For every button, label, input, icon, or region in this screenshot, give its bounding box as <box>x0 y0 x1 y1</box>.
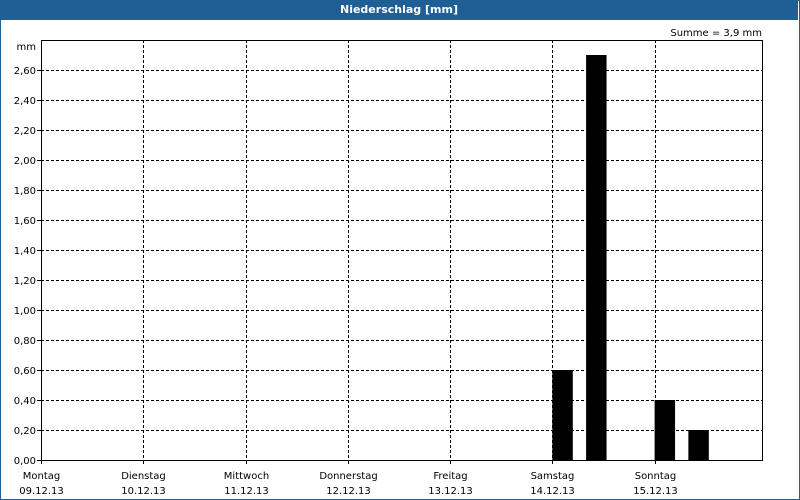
y-tick-label: 1,60 <box>14 216 36 227</box>
y-tick-label: 0,20 <box>14 426 36 437</box>
x-tick-date-label: 14.12.13 <box>530 486 575 497</box>
x-axis-ticks: Montag 09.12.13 Dienstag 10.12.13 Mittwoch 11… <box>19 460 678 497</box>
sum-annotation: Summe = 3,9 mm <box>670 28 762 39</box>
x-tick-date-label: 10.12.13 <box>121 486 166 497</box>
y-tick-label: 1,00 <box>14 306 36 317</box>
x-tick-day-label: Samstag <box>531 471 575 482</box>
bar <box>688 430 709 460</box>
y-tick-label: 2,20 <box>14 126 36 137</box>
y-tick-label: 1,80 <box>14 186 36 197</box>
x-tick-date-label: 12.12.13 <box>326 486 371 497</box>
bar <box>586 55 607 460</box>
x-tick-date-label: 09.12.13 <box>19 486 64 497</box>
y-tick-label: 2,60 <box>14 66 36 77</box>
x-tick-day-label: Mittwoch <box>224 471 269 482</box>
y-tick-label: 1,20 <box>14 276 36 287</box>
x-tick-date-label: 11.12.13 <box>224 486 269 497</box>
y-axis-unit-label: mm <box>17 42 36 53</box>
bar <box>654 400 676 460</box>
grid-lines <box>41 40 762 460</box>
y-axis-ticks: 0,00 0,20 0,40 0,60 0,80 1,00 1,20 1,40 1,60 1,80… <box>14 66 41 467</box>
y-tick-label: 0,40 <box>14 396 36 407</box>
precipitation-chart: 0,00 0,20 0,40 0,60 0,80 1,00 1,20 1,40 1,60 1,80… <box>14 28 763 497</box>
y-tick-label: 2,40 <box>14 96 36 107</box>
bar <box>552 370 573 460</box>
x-tick-day-label: Donnerstag <box>319 471 377 482</box>
x-tick-day-label: Montag <box>23 471 60 482</box>
y-tick-label: 0,80 <box>14 336 36 347</box>
y-tick-label: 0,60 <box>14 366 36 377</box>
bar-series <box>552 55 709 460</box>
y-tick-label: 1,40 <box>14 246 36 257</box>
x-tick-date-label: 13.12.13 <box>428 486 473 497</box>
x-tick-day-label: Freitag <box>433 471 467 482</box>
x-tick-day-label: Dienstag <box>121 471 166 482</box>
y-tick-label: 2,00 <box>14 156 36 167</box>
y-tick-label: 0,00 <box>14 456 36 467</box>
x-tick-day-label: Sonntag <box>635 471 677 482</box>
x-tick-date-label: 15.12.13 <box>633 486 678 497</box>
